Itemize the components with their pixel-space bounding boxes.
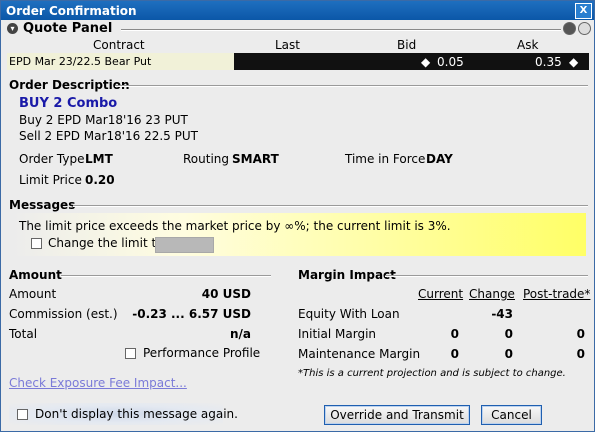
quote-panel-header: ▾ Quote Panel bbox=[5, 21, 591, 37]
time-in-force-label: Time in Force bbox=[345, 152, 426, 166]
order-confirmation-window: Order Confirmation X ▾ Quote Panel Contr… bbox=[0, 0, 595, 432]
routing-label: Routing bbox=[183, 152, 230, 166]
contract-description: Mar 23/22.5 Bear Put bbox=[34, 55, 152, 68]
override-and-transmit-button[interactable]: Override and Transmit bbox=[324, 405, 470, 425]
quote-panel-title: Quote Panel bbox=[23, 21, 113, 36]
performance-profile-checkbox[interactable] bbox=[125, 348, 136, 359]
divider bbox=[73, 205, 588, 207]
title-bar: Order Confirmation X bbox=[1, 1, 594, 20]
initial-margin-change: 0 bbox=[504, 327, 513, 341]
column-header-contract: Contract bbox=[93, 38, 145, 52]
commission-label: Commission (est.) bbox=[9, 307, 118, 321]
commission-value: -0.23 ... 6.57 USD bbox=[132, 307, 251, 321]
message-text: The limit price exceeds the market price… bbox=[19, 219, 451, 233]
amount-value: 40 USD bbox=[201, 287, 251, 301]
maintenance-margin-change: 0 bbox=[504, 347, 513, 361]
equity-with-loan-label: Equity With Loan bbox=[298, 307, 400, 321]
initial-margin-post-trade: 0 bbox=[576, 327, 585, 341]
equity-with-loan-change: -43 bbox=[491, 307, 513, 321]
combo-leg-buy: Buy 2 EPD Mar18'16 23 PUT bbox=[19, 113, 188, 127]
column-header-current: Current bbox=[418, 287, 464, 301]
column-header-bid: Bid bbox=[397, 38, 417, 52]
margin-impact-title: Margin Impact bbox=[298, 268, 396, 282]
cancel-button[interactable]: Cancel bbox=[481, 405, 542, 425]
total-label: Total bbox=[9, 327, 38, 341]
messages-title: Messages bbox=[9, 198, 76, 212]
quote-row[interactable]: EPD Mar 23/22.5 Bear Put ◆ 0.05 0.35 ◆ bbox=[7, 53, 589, 70]
bid-diamond-icon: ◆ bbox=[421, 55, 431, 69]
maintenance-margin-current: 0 bbox=[450, 347, 459, 361]
column-header-ask: Ask bbox=[517, 38, 539, 52]
settings-icon[interactable] bbox=[563, 22, 576, 35]
combo-title: BUY 2 Combo bbox=[19, 96, 118, 111]
column-header-last: Last bbox=[275, 38, 300, 52]
time-in-force-value: DAY bbox=[426, 152, 453, 166]
contract-exchange: EPD bbox=[9, 55, 32, 68]
limit-price-label: Limit Price bbox=[19, 173, 82, 187]
ask-value: 0.35 bbox=[535, 55, 562, 69]
contract-cell: EPD Mar 23/22.5 Bear Put bbox=[7, 53, 234, 70]
initial-margin-current: 0 bbox=[450, 327, 459, 341]
maintenance-margin-label: Maintenance Margin bbox=[298, 347, 421, 361]
limit-value-input[interactable] bbox=[155, 237, 214, 253]
column-header-change: Change bbox=[469, 287, 515, 301]
bid-value: 0.05 bbox=[437, 55, 464, 69]
initial-margin-label: Initial Margin bbox=[298, 327, 377, 341]
performance-profile-label: Performance Profile bbox=[143, 346, 261, 360]
divider bbox=[115, 85, 588, 87]
change-limit-checkbox[interactable] bbox=[31, 238, 42, 249]
dont-display-label: Don't display this message again. bbox=[35, 407, 238, 421]
divider bbox=[385, 275, 588, 277]
help-icon[interactable] bbox=[578, 22, 591, 35]
order-description-title: Order Description bbox=[9, 78, 130, 92]
order-type-value: LMT bbox=[85, 152, 113, 166]
margin-projection-note: *This is a current projection and is sub… bbox=[298, 368, 566, 379]
divider bbox=[61, 275, 271, 277]
ask-diamond-icon: ◆ bbox=[569, 55, 579, 69]
divider bbox=[121, 29, 561, 31]
close-icon[interactable]: X bbox=[575, 3, 592, 19]
check-exposure-fee-link[interactable]: Check Exposure Fee Impact... bbox=[9, 376, 187, 390]
limit-price-value: 0.20 bbox=[85, 173, 115, 187]
change-limit-label: Change the limit to bbox=[48, 236, 164, 250]
combo-leg-sell: Sell 2 EPD Mar18'16 22.5 PUT bbox=[19, 129, 198, 143]
collapse-toggle-icon[interactable]: ▾ bbox=[7, 23, 18, 34]
amount-label: Amount bbox=[9, 287, 57, 301]
total-value: n/a bbox=[229, 327, 251, 341]
routing-value: SMART bbox=[232, 152, 279, 166]
window-title: Order Confirmation bbox=[6, 4, 137, 18]
dont-display-checkbox[interactable] bbox=[17, 409, 28, 420]
amount-title: Amount bbox=[9, 268, 62, 282]
column-header-post-trade: Post-trade* bbox=[523, 287, 591, 301]
maintenance-margin-post-trade: 0 bbox=[576, 347, 585, 361]
order-type-label: Order Type bbox=[19, 152, 85, 166]
